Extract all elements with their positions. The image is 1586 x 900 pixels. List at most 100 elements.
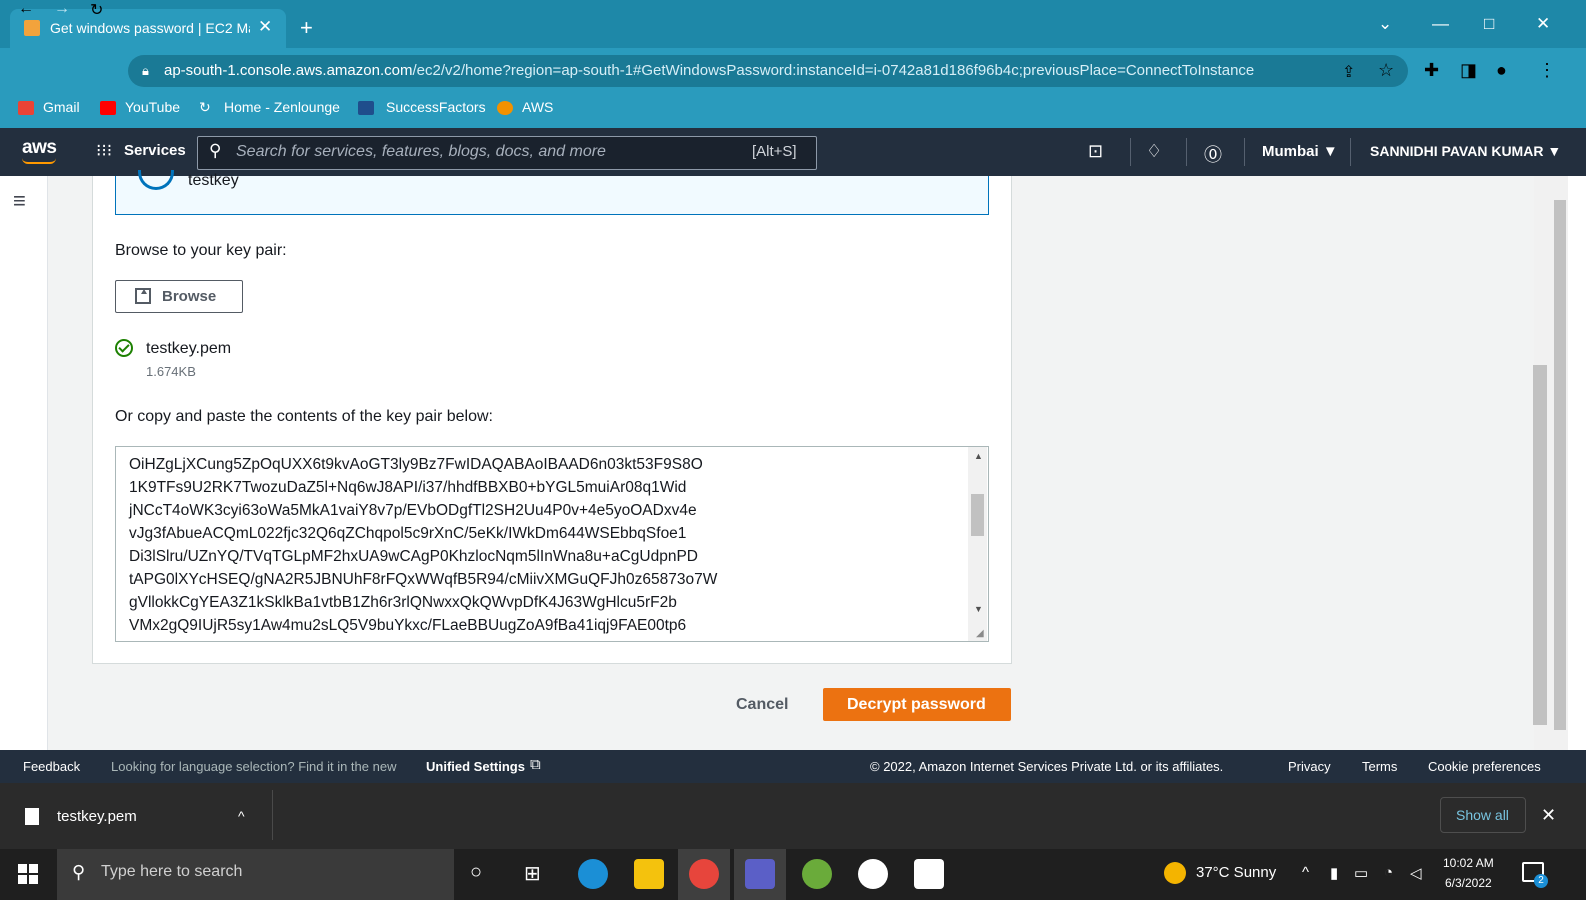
clock-date: 6/3/2022 [1444, 876, 1492, 890]
bookmark-aws[interactable]: AWS [522, 99, 553, 115]
task-view-icon[interactable]: ⊞ [524, 861, 541, 886]
key-line: gVllokkCgYEA3Z1kSklkBa1vtbB1Zh6r3rlQNwxx… [129, 594, 677, 611]
minimize-icon[interactable]: — [1432, 14, 1449, 34]
cancel-button[interactable]: Cancel [736, 696, 788, 714]
network-icon[interactable]: ◔ [1384, 864, 1393, 881]
show-all-label[interactable]: Show all [1456, 807, 1509, 823]
uploaded-file-size: 1.674KB [146, 364, 196, 379]
scroll-down-icon[interactable]: ▼ [974, 604, 983, 614]
clock[interactable]: 10:02 AM 6/3/2022 [1443, 853, 1494, 893]
bookmark-zenlounge[interactable]: Home - Zenlounge [224, 99, 340, 115]
lock-icon[interactable]: 🔒︎ [142, 63, 149, 79]
side-panel-icon[interactable]: ◨ [1460, 60, 1477, 81]
url-path: /ec2/v2/home?region=ap-south-1#GetWindow… [412, 62, 1255, 79]
services-menu[interactable]: Services [124, 142, 186, 159]
aws-smile-icon [22, 158, 56, 164]
forward-icon[interactable]: → [54, 0, 70, 18]
tray-chevron-icon[interactable]: ^ [1302, 864, 1309, 881]
reload-icon[interactable]: ↻ [90, 0, 103, 20]
extensions-icon[interactable]: ✚ [1424, 60, 1439, 81]
header-divider [1350, 138, 1351, 166]
account-menu[interactable]: SANNIDHI PAVAN KUMAR ▼ [1370, 143, 1561, 159]
region-selector[interactable]: Mumbai ▼ [1262, 143, 1338, 160]
header-divider [1130, 138, 1131, 166]
mail-icon[interactable] [914, 859, 944, 889]
cookie-preferences-link[interactable]: Cookie preferences [1428, 759, 1541, 774]
tab-favicon-icon [24, 20, 40, 36]
side-navigation [0, 176, 48, 750]
external-link-icon: ⧉ [530, 756, 541, 773]
browse-button-label[interactable]: Browse [162, 288, 216, 305]
key-line: OiHZgLjXCung5ZpOqUXX6t9kvAoGT3ly9Bz7FwID… [129, 456, 703, 473]
app-icon[interactable] [802, 859, 832, 889]
cortana-icon[interactable]: ○ [470, 861, 482, 884]
file-icon [25, 808, 39, 825]
bookmark-successfactors[interactable]: SuccessFactors [386, 99, 486, 115]
share-icon[interactable]: ⇪ [1342, 62, 1355, 82]
bookmark-gmail[interactable]: Gmail [43, 99, 80, 115]
notification-count-badge: 2 [1534, 874, 1548, 888]
profile-icon[interactable]: ● [1496, 60, 1507, 81]
decrypt-password-label[interactable]: Decrypt password [847, 696, 986, 714]
close-download-bar-icon[interactable]: ✕ [1541, 805, 1556, 826]
volume-icon[interactable]: ◁ [1410, 864, 1422, 882]
bookmark-youtube[interactable]: YouTube [125, 99, 180, 115]
taskbar-search-icon: ⚲ [72, 862, 86, 882]
maximize-icon[interactable]: □ [1484, 14, 1494, 34]
textarea-scroll-thumb[interactable] [971, 494, 984, 536]
mic-icon[interactable]: ▮ [1330, 864, 1338, 882]
bookmark-star-icon[interactable]: ☆ [1378, 60, 1394, 81]
windows-start-icon[interactable] [18, 864, 38, 884]
url-text[interactable]: ap-south-1.console.aws.amazon.com/ec2/v2… [164, 62, 1254, 79]
edge-icon[interactable] [578, 859, 608, 889]
gmail-icon [18, 101, 34, 115]
feedback-link[interactable]: Feedback [23, 759, 80, 774]
new-tab-icon[interactable]: + [300, 15, 313, 41]
battery-icon[interactable]: ▭ [1354, 864, 1368, 882]
terms-link[interactable]: Terms [1362, 759, 1397, 774]
page-scroll-thumb[interactable] [1533, 365, 1547, 725]
cloudshell-icon[interactable]: ⊡ [1088, 141, 1103, 162]
key-line: VMx2gQ9IUjR5sy1Aw4mu2sLQ5V9buYkxc/FLaeBB… [129, 617, 687, 634]
resize-handle-icon[interactable]: ◢ [976, 628, 984, 639]
help-icon[interactable]: ⓪ [1204, 141, 1222, 167]
hamburger-menu-icon[interactable]: ≡ [13, 188, 26, 214]
unified-settings-link[interactable]: Unified Settings [426, 759, 525, 774]
privacy-link[interactable]: Privacy [1288, 759, 1331, 774]
header-divider [1244, 138, 1245, 166]
scroll-up-icon[interactable]: ▲ [974, 451, 983, 461]
notifications-icon[interactable]: ♢ [1146, 141, 1162, 162]
paste-prompt: Or copy and paste the contents of the ke… [115, 408, 493, 425]
search-icon: ⚲ [209, 141, 222, 160]
weather-text[interactable]: 37°C Sunny [1196, 864, 1276, 881]
weather-sun-icon[interactable] [1164, 862, 1186, 884]
key-pair-info-box [115, 176, 989, 215]
chrome-icon[interactable] [689, 859, 719, 889]
key-pair-textarea[interactable] [115, 446, 989, 642]
tab-search-icon[interactable]: ⌄ [1378, 14, 1392, 34]
language-prompt: Looking for language selection? Find it … [111, 759, 397, 774]
taskbar-search-placeholder: Type here to search [101, 863, 243, 880]
teams-icon[interactable] [745, 859, 775, 889]
aws-logo[interactable]: aws [22, 137, 57, 159]
window-close-icon[interactable]: ✕ [1536, 14, 1550, 34]
header-divider [1186, 138, 1187, 166]
search-placeholder: Search for services, features, blogs, do… [236, 143, 606, 160]
menu-icon[interactable]: ⋮ [1538, 60, 1556, 81]
window-scroll-thumb[interactable] [1554, 200, 1566, 730]
vpn-icon[interactable] [858, 859, 888, 889]
key-line: Di3lSlru/UZnYQ/TVqTGLpMF2hxUA9wCAgP0Khzl… [129, 548, 698, 565]
browser-tab-bar: Get windows password | EC2 Ma ✕ + ⌄ — □ … [0, 0, 1586, 48]
tab-close-icon[interactable]: ✕ [258, 17, 272, 37]
upload-icon [135, 288, 151, 304]
check-circle-icon [115, 339, 133, 357]
file-explorer-icon[interactable] [634, 859, 664, 889]
download-item-name[interactable]: testkey.pem [57, 808, 137, 825]
key-line: tAPG0lXYcHSEQ/gNA2R5JBNUhF8rFQxWWqfB5R94… [129, 571, 718, 588]
chevron-up-icon[interactable]: ^ [238, 808, 245, 824]
tab-title[interactable]: Get windows password | EC2 Ma [50, 20, 250, 36]
download-divider [272, 790, 273, 840]
key-pair-name: testkey [188, 172, 239, 189]
back-icon[interactable]: ← [18, 0, 34, 18]
clock-time: 10:02 AM [1443, 856, 1494, 870]
